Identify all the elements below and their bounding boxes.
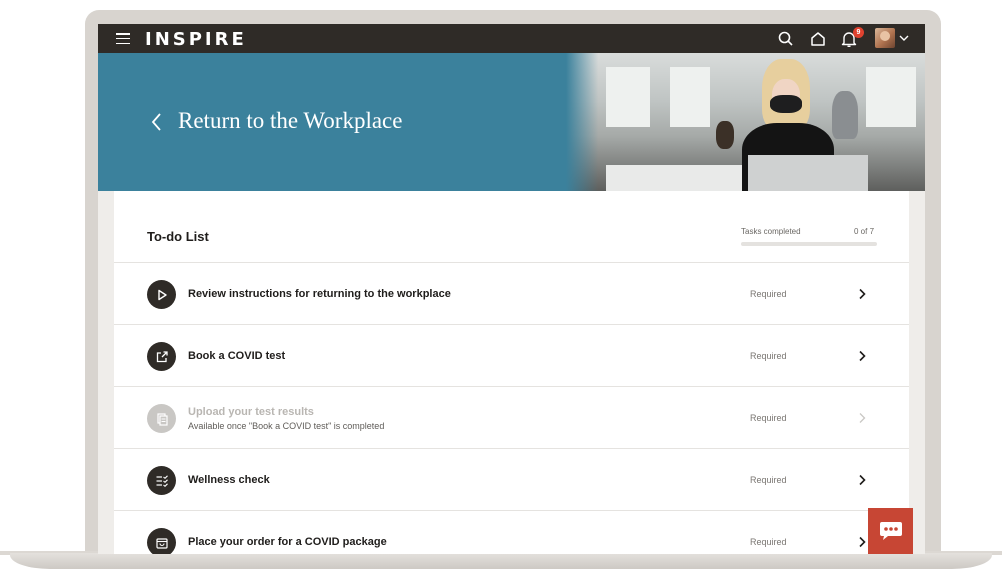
document-upload-icon — [147, 404, 176, 433]
user-avatar[interactable] — [875, 28, 895, 48]
external-link-icon — [147, 342, 176, 371]
chevron-right-icon[interactable] — [858, 288, 866, 300]
task-row-place-covid-package-order[interactable]: Place your order for a COVID package Req… — [114, 511, 909, 554]
task-title: Place your order for a COVID package — [188, 536, 387, 548]
task-status: Required — [750, 289, 787, 299]
chevron-right-icon[interactable] — [858, 350, 866, 362]
task-row-review-instructions[interactable]: Review instructions for returning to the… — [114, 263, 909, 325]
app-screen: INSPIRE 9 Return to the Workplace To-do … — [98, 24, 925, 554]
hamburger-menu-icon[interactable] — [116, 33, 130, 45]
task-status: Required — [750, 475, 787, 485]
play-icon — [147, 280, 176, 309]
task-row-upload-test-results: Upload your test results Available once … — [114, 387, 909, 449]
task-status: Required — [750, 413, 787, 423]
task-status: Required — [750, 537, 787, 547]
notification-count-badge: 9 — [853, 27, 864, 38]
task-subtitle: Available once "Book a COVID test" is co… — [188, 421, 385, 431]
laptop-base — [10, 553, 992, 569]
chevron-right-icon[interactable] — [858, 474, 866, 486]
app-logo[interactable]: INSPIRE — [145, 29, 247, 50]
chevron-right-icon[interactable] — [858, 536, 866, 548]
chat-bubble-icon — [879, 522, 902, 540]
chevron-down-icon[interactable] — [899, 34, 909, 42]
chevron-right-icon — [859, 413, 866, 423]
right-background-pattern — [909, 191, 925, 554]
tasks-completed-label: Tasks completed — [741, 227, 801, 236]
task-row-book-covid-test[interactable]: Book a COVID test Required — [114, 325, 909, 387]
task-status: Required — [750, 351, 787, 361]
todo-list-header: To-do List Tasks completed 0 of 7 — [114, 191, 909, 263]
task-title: Upload your test results — [188, 406, 314, 418]
back-chevron-icon[interactable] — [150, 111, 162, 133]
todo-list-card: To-do List Tasks completed 0 of 7 Review… — [114, 191, 909, 554]
checklist-icon — [147, 466, 176, 495]
chat-support-button[interactable] — [868, 508, 913, 554]
task-title: Review instructions for returning to the… — [188, 288, 451, 300]
tasks-progress-bar — [741, 242, 877, 246]
tasks-completed-count: 0 of 7 — [854, 227, 875, 236]
todo-list-title: To-do List — [147, 229, 209, 244]
home-icon[interactable] — [809, 30, 827, 48]
search-icon[interactable] — [777, 30, 795, 48]
top-navigation-bar: INSPIRE 9 — [98, 24, 925, 53]
task-title: Book a COVID test — [188, 350, 286, 362]
hero-banner: Return to the Workplace — [98, 53, 925, 191]
office-photo — [566, 53, 925, 191]
left-background-pattern — [98, 191, 114, 554]
task-row-wellness-check[interactable]: Wellness check Required — [114, 449, 909, 511]
page-title: Return to the Workplace — [178, 108, 403, 133]
task-title: Wellness check — [188, 474, 270, 486]
shopping-bag-icon — [147, 528, 176, 554]
